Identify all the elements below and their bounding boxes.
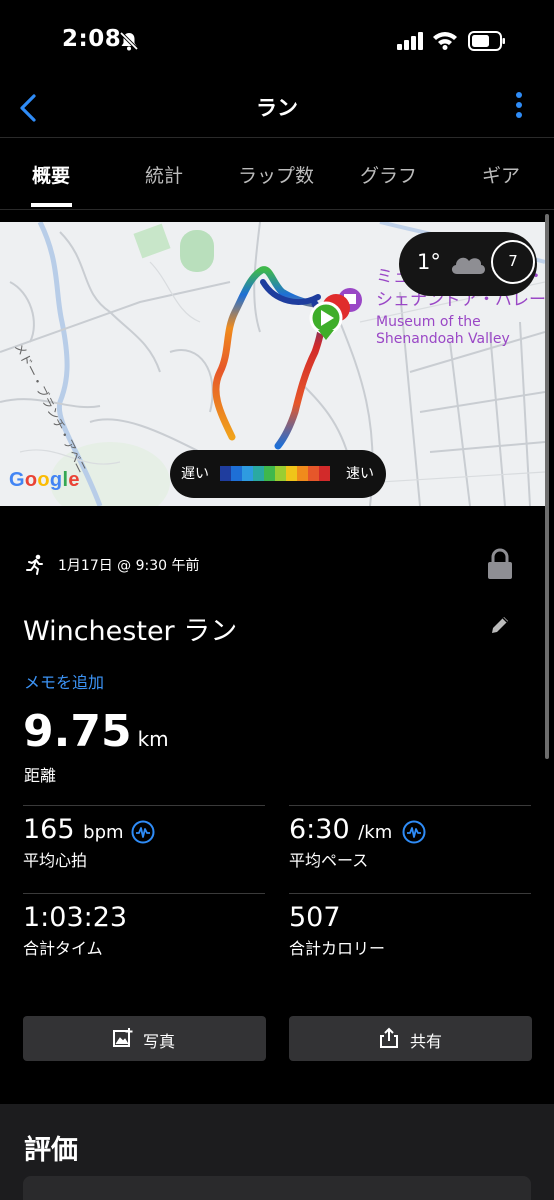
tab-graphs[interactable]: グラフ — [360, 161, 417, 188]
legend-color-swatch — [319, 466, 330, 481]
poi-name-en: Museum of the Shenandoah Valley — [376, 314, 510, 347]
wind-speed: 7 — [508, 252, 518, 270]
activity-date: 1月17日 @ 9:30 午前 — [58, 558, 200, 574]
add-photo-icon — [113, 1028, 133, 1047]
add-photo-label: 写真 — [143, 1032, 176, 1051]
legend-color-swatch — [308, 466, 319, 481]
rating-card[interactable] — [23, 1176, 531, 1200]
legend-color-swatch — [286, 466, 297, 481]
stat-avg-pace: 6:30 /km 平均ペース — [289, 814, 393, 870]
divider — [289, 805, 531, 806]
legend-color-swatch — [275, 466, 286, 481]
add-photo-button[interactable]: 写真 — [23, 1016, 266, 1061]
cellular-signal-icon — [397, 32, 423, 50]
running-icon — [26, 554, 43, 575]
legend-color-bar — [220, 466, 330, 481]
stat-total-calories: 507 合計カロリー — [289, 902, 386, 958]
pace-legend: 遅い 速い — [170, 450, 386, 498]
stat-avg-heart-rate: 165 bpm 平均心拍 — [23, 814, 124, 870]
rating-title: 評価 — [24, 1135, 78, 1166]
legend-color-swatch — [253, 466, 264, 481]
navigation-bar: ラン — [0, 80, 554, 138]
legend-color-swatch — [231, 466, 242, 481]
pace-zone-icon[interactable] — [402, 820, 426, 844]
tab-stats[interactable]: 統計 — [145, 161, 183, 188]
share-icon — [380, 1027, 398, 1048]
status-time: 2:08 — [62, 26, 122, 52]
tab-active-indicator — [31, 203, 72, 207]
tab-laps[interactable]: ラップ数 — [238, 161, 314, 188]
lock-icon[interactable] — [486, 548, 514, 580]
silent-bell-icon — [119, 31, 139, 51]
heart-rate-zone-icon[interactable] — [131, 820, 155, 844]
battery-icon — [468, 31, 505, 51]
add-note-link[interactable]: メモを追加 — [24, 669, 104, 693]
distance-value: 9.75 km — [23, 706, 169, 757]
weather-temperature: 1° — [417, 250, 441, 274]
route-map[interactable]: メドー・ブランチ・アベニ ミュージアム・オブ・ シェナンドア・バレー Museu… — [0, 222, 545, 506]
wind-compass-icon: 7 — [491, 240, 535, 284]
share-label: 共有 — [410, 1032, 443, 1051]
activity-name: Winchester ラン — [23, 616, 238, 647]
tab-bar: 概要 統計 ラップ数 グラフ ギア — [0, 139, 554, 210]
legend-color-swatch — [264, 466, 275, 481]
status-bar: 2:08 — [0, 0, 554, 80]
legend-color-swatch — [220, 466, 231, 481]
weather-badge: 1° 7 — [399, 232, 537, 296]
share-button[interactable]: 共有 — [289, 1016, 532, 1061]
edit-pencil-icon[interactable] — [489, 614, 511, 636]
divider — [23, 805, 265, 806]
rating-section: 評価 — [0, 1104, 554, 1200]
divider — [289, 893, 531, 894]
google-logo: Google — [9, 469, 80, 491]
stat-total-time: 1:03:23 合計タイム — [23, 902, 128, 958]
wifi-icon — [433, 32, 457, 50]
tab-gear[interactable]: ギア — [482, 161, 520, 188]
tab-overview[interactable]: 概要 — [32, 161, 70, 188]
legend-slow-label: 遅い — [181, 466, 209, 482]
more-options-icon[interactable] — [514, 92, 524, 122]
distance-label: 距離 — [24, 766, 57, 785]
legend-color-swatch — [242, 466, 253, 481]
legend-fast-label: 速い — [346, 466, 374, 482]
divider — [23, 893, 265, 894]
scrollbar[interactable] — [545, 214, 549, 759]
cloud-icon — [451, 257, 485, 274]
page-title: ラン — [256, 96, 298, 120]
legend-color-swatch — [297, 466, 308, 481]
